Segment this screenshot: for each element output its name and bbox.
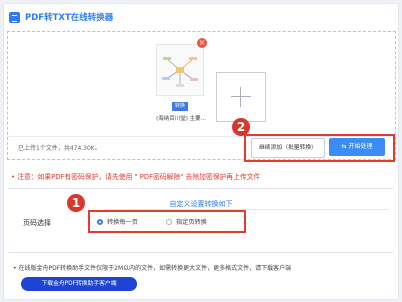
radio-selected-icon[interactable] bbox=[97, 218, 103, 225]
download-client-button[interactable]: 下载金舟PDF转换助手客户端 bbox=[21, 277, 137, 291]
settings-title: 自定义设置转换如下 bbox=[169, 200, 233, 208]
converter-panel: PDF转TXT在线转换器 × 转换 (海纳百川堂) 主要... 已上传1个文件，… bbox=[3, 3, 399, 300]
panel-header: PDF转TXT在线转换器 bbox=[6, 7, 113, 27]
start-process-button[interactable]: ⇆ 开始处理 bbox=[329, 138, 385, 156]
option-specific-pages[interactable]: 指定页转换 bbox=[166, 217, 207, 226]
start-process-label: 开始处理 bbox=[348, 143, 373, 150]
radio-unselected-icon[interactable] bbox=[166, 218, 172, 225]
upload-summary: 已上传1个文件，共474.30K。 bbox=[18, 145, 101, 152]
option-convert-all[interactable]: 转换每一页 bbox=[97, 217, 138, 226]
divider-bottom bbox=[8, 252, 394, 253]
password-warning: • 注意：如果PDF有密码保护，请先使用 " PDF密码解除" 去除加密保护再上… bbox=[11, 173, 261, 181]
continue-add-button[interactable]: 继续添加（批量转换） bbox=[251, 138, 325, 158]
callout-badge-2: 2 bbox=[232, 118, 250, 136]
file-name: (海纳百川堂) 主要... bbox=[156, 116, 206, 122]
client-tip: • 在线版金舟PDF转换助手文件仅限于2M以内的文件，如需转换更大文件，更多格式… bbox=[13, 265, 292, 272]
option-convert-all-label: 转换每一页 bbox=[107, 219, 138, 226]
option-specific-pages-label: 指定页转换 bbox=[176, 219, 207, 226]
document-icon bbox=[9, 11, 20, 23]
mindmap-preview-icon bbox=[162, 57, 198, 87]
file-format-badge: 转换 bbox=[172, 102, 188, 111]
page-title: PDF转TXT在线转换器 bbox=[25, 13, 114, 23]
file-thumbnail[interactable] bbox=[156, 44, 204, 96]
page-select-label: 页码选择 bbox=[23, 219, 51, 227]
divider-top bbox=[8, 188, 394, 189]
add-file-button[interactable] bbox=[216, 72, 266, 122]
remove-file-icon[interactable]: × bbox=[197, 38, 207, 48]
callout-badge-1: 1 bbox=[67, 194, 85, 212]
